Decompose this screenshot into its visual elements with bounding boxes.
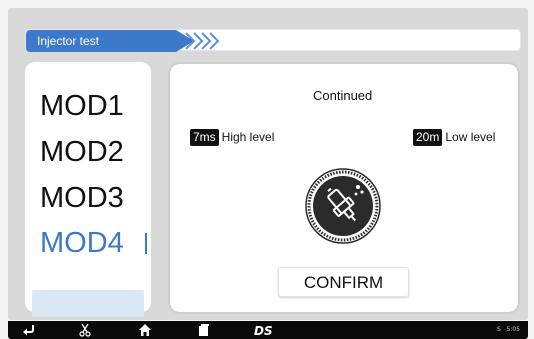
injector-icon[interactable] [304,167,382,245]
recent-apps-icon[interactable] [197,323,211,337]
mode-item-mod1[interactable]: MOD1 [40,86,140,126]
mode-list: MOD1 MOD2 MOD3 MOD4 [25,62,151,317]
clock: 5:05 [506,326,520,333]
confirm-button[interactable]: CONFIRM [278,267,409,297]
svg-text:DS: DS [254,324,273,337]
status-area: S 5:05 [497,326,520,333]
chevrons-icon [185,32,220,50]
scissors-icon[interactable] [78,323,92,337]
low-level-label: Low level [445,130,496,144]
mode-label: Continued [313,88,373,103]
text-cursor [145,233,147,254]
low-level: 20m Low level [413,128,495,146]
back-icon[interactable] [22,323,36,337]
low-level-value[interactable]: 20m [413,128,443,146]
ds-logo: DS [254,324,273,337]
mode-item-mod4[interactable]: MOD4 [40,223,140,263]
home-icon[interactable] [138,323,152,337]
navigation-bar: DS S 5:05 [8,321,528,339]
mode-item-mod3[interactable]: MOD3 [40,178,140,218]
title-bar: Injector test [25,29,521,52]
high-level: 7ms High level [190,128,274,146]
high-level-label: High level [221,130,275,144]
selection-highlight [32,290,144,317]
page-title: Injector test [37,34,100,48]
mode-item-mod2[interactable]: MOD2 [40,132,140,172]
high-level-value[interactable]: 7ms [190,128,219,146]
status-indicator: S [496,326,501,333]
